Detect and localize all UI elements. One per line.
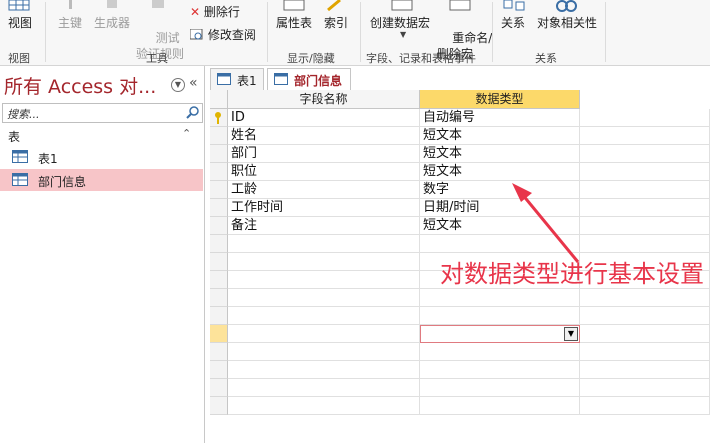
annotation-text: 对数据类型进行基本设置 [440, 260, 704, 288]
annotation-arrow [512, 183, 580, 263]
